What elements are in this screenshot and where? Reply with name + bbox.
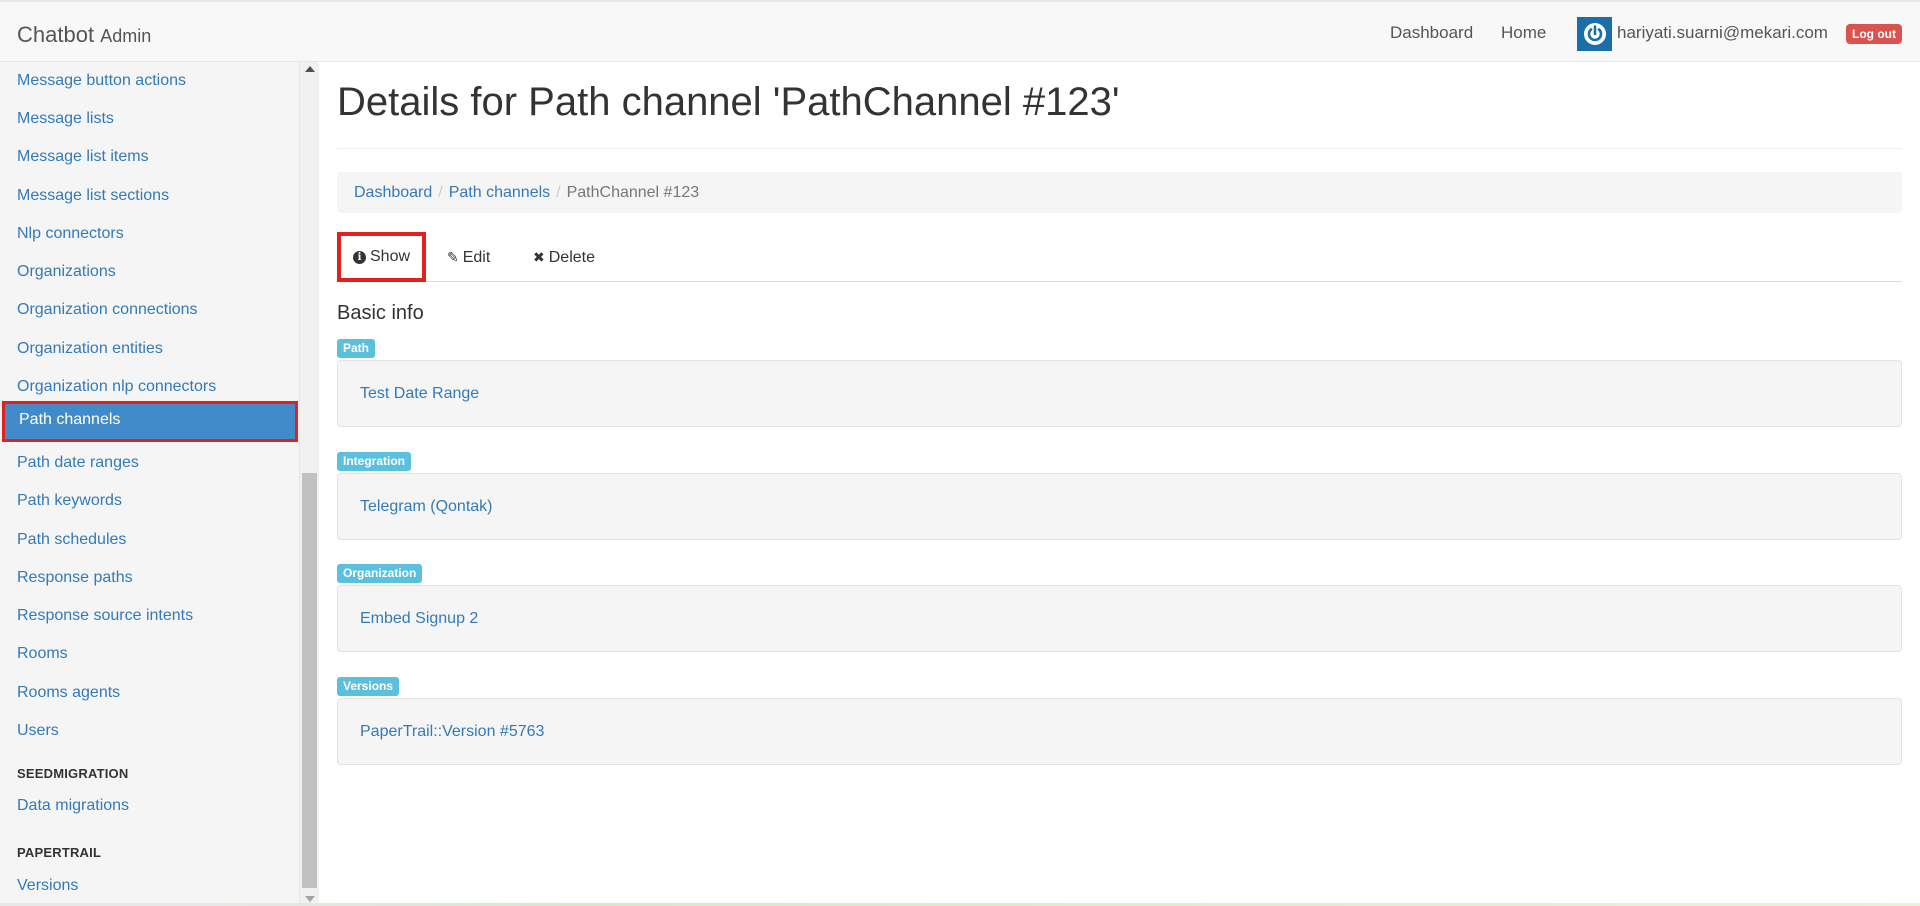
breadcrumb-separator: / [556,184,561,201]
sidebar-item-response-source-intents[interactable]: Response source intents [0,597,299,635]
sidebar-item-message-list-sections[interactable]: Message list sections [0,177,299,215]
sidebar: Message button actions Message lists Mes… [0,62,300,906]
field-label-organization: Organization [337,564,423,583]
main-content: Details for Path channel 'PathChannel #1… [319,62,1920,906]
tab-show[interactable]: i Show [337,232,427,282]
sidebar-item-path-date-ranges[interactable]: Path date ranges [0,444,299,482]
field-value-organization: Embed Signup 2 [337,585,1902,652]
brand-logo[interactable]: Chatbot Admin [17,22,151,48]
sidebar-item-path-channels[interactable]: Path channels [2,401,298,442]
brand-name: Chatbot [17,22,95,47]
field-value-integration: Telegram (Qontak) [337,473,1902,540]
tab-show-label: Show [370,248,411,265]
field-label-integration: Integration [337,452,411,471]
sidebar-section-papertrail: PAPERTRAIL [17,845,102,860]
user-email[interactable]: hariyati.suarni@mekari.com [1617,23,1828,43]
sidebar-item-organizations[interactable]: Organizations [0,253,299,291]
action-tabs: i Show ✎ Edit ✖ Delete [337,232,1902,282]
page-title: Details for Path channel 'PathChannel #1… [337,80,1120,124]
close-icon: ✖ [533,249,545,265]
sidebar-item-versions[interactable]: Versions [0,867,299,905]
tab-delete-label: Delete [548,249,595,266]
sidebar-item-rooms[interactable]: Rooms [0,635,299,673]
organization-link[interactable]: Embed Signup 2 [360,610,478,627]
integration-link[interactable]: Telegram (Qontak) [360,498,493,515]
sidebar-item-path-keywords[interactable]: Path keywords [0,482,299,520]
sidebar-item-message-button-actions[interactable]: Message button actions [0,62,299,100]
breadcrumb-current: PathChannel #123 [566,184,700,201]
scroll-down-arrow-icon[interactable] [305,896,315,902]
user-avatar[interactable] [1577,17,1612,51]
field-value-path: Test Date Range [337,360,1902,427]
scrollbar-thumb[interactable] [302,473,317,888]
breadcrumb-dashboard[interactable]: Dashboard [354,184,432,201]
logout-button[interactable]: Log out [1846,24,1902,44]
breadcrumb-separator: / [438,184,443,201]
sidebar-item-path-schedules[interactable]: Path schedules [0,521,299,559]
pencil-icon: ✎ [447,249,459,265]
sidebar-item-nlp-connectors[interactable]: Nlp connectors [0,215,299,253]
path-link[interactable]: Test Date Range [360,385,479,402]
power-icon [1583,23,1606,45]
breadcrumb-path-channels[interactable]: Path channels [449,184,550,201]
sidebar-item-users[interactable]: Users [0,712,299,750]
tab-edit-label: Edit [462,249,491,266]
scroll-up-arrow-icon[interactable] [305,66,315,72]
version-link[interactable]: PaperTrail::Version #5763 [360,723,544,740]
nav-link-dashboard[interactable]: Dashboard [1390,23,1473,43]
tab-edit[interactable]: ✎ Edit [431,232,506,282]
field-label-path: Path [337,339,376,358]
sidebar-item-data-migrations[interactable]: Data migrations [0,787,299,825]
title-divider [337,148,1902,149]
section-title-basic-info: Basic info [337,302,424,324]
brand-subtitle: Admin [100,26,152,46]
sidebar-item-message-list-items[interactable]: Message list items [0,138,299,176]
field-value-versions: PaperTrail::Version #5763 [337,698,1902,765]
field-label-versions: Versions [337,677,400,696]
breadcrumb: Dashboard / Path channels / PathChannel #123 [337,172,1902,213]
info-circle-icon: i [353,251,366,264]
tab-delete[interactable]: ✖ Delete [517,232,611,282]
sidebar-item-message-lists[interactable]: Message lists [0,100,299,138]
sidebar-item-rooms-agents[interactable]: Rooms agents [0,674,299,712]
sidebar-item-organization-connections[interactable]: Organization connections [0,291,299,329]
top-navbar: Chatbot Admin Dashboard Home hariyati.su… [0,0,1920,62]
sidebar-item-organization-entities[interactable]: Organization entities [0,330,299,368]
sidebar-item-response-paths[interactable]: Response paths [0,559,299,597]
nav-link-home[interactable]: Home [1501,23,1546,43]
sidebar-scrollbar[interactable] [300,62,319,906]
sidebar-section-seedmigration: SEEDMIGRATION [17,766,129,781]
